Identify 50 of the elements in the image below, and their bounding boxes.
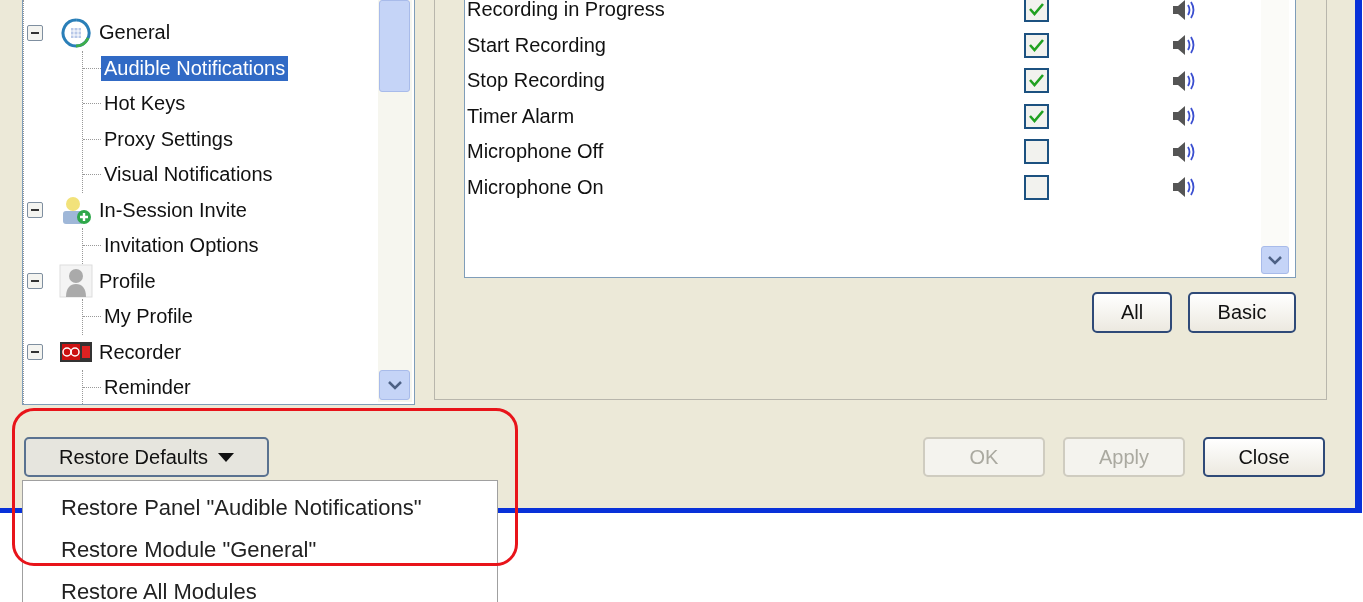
checkbox[interactable]: [1024, 0, 1049, 23]
scroll-down-button[interactable]: [379, 370, 410, 400]
dialog-button[interactable]: Close: [1203, 437, 1325, 477]
checkmark-icon: [1029, 109, 1044, 123]
checkmark-icon: [1029, 38, 1044, 52]
globe-icon: [60, 16, 92, 49]
menu-item[interactable]: Restore Panel "Audible Notifications": [23, 487, 497, 529]
tree-item[interactable]: Invitation Options: [101, 233, 262, 259]
collapse-toggle[interactable]: [27, 344, 43, 361]
checkbox[interactable]: [1024, 32, 1049, 58]
tree-item[interactable]: Hot Keys: [101, 91, 189, 117]
list-filter-button[interactable]: All: [1092, 292, 1172, 333]
scrollbar-thumb[interactable]: [379, 0, 410, 92]
scrollbar[interactable]: [378, 0, 412, 402]
tree-item[interactable]: Reminder: [101, 375, 194, 401]
tree-item[interactable]: In-Session Invite: [96, 197, 250, 223]
collapse-toggle[interactable]: [27, 202, 43, 219]
scroll-down-button[interactable]: [1261, 246, 1289, 274]
menu-item[interactable]: Restore Module "General": [23, 529, 497, 571]
chevron-down-icon: [1268, 255, 1282, 265]
person-icon: [59, 264, 93, 299]
notification-label: Stop Recording: [467, 69, 606, 93]
chevron-down-icon: [387, 380, 402, 390]
notification-label: Recording in Progress: [467, 0, 666, 22]
tree-item[interactable]: Audible Notifications: [101, 55, 289, 81]
checkbox[interactable]: [1024, 68, 1049, 94]
checkmark-icon: [1029, 3, 1044, 17]
menu-item[interactable]: Restore All Modules: [23, 571, 497, 602]
tree-item[interactable]: Recorder: [96, 339, 185, 365]
caret-icon: [218, 452, 234, 462]
checkbox[interactable]: [1024, 103, 1049, 129]
speaker-icon[interactable]: [1171, 0, 1197, 23]
notification-label: Microphone Off: [467, 140, 605, 164]
tree-item[interactable]: Proxy Settings: [101, 126, 236, 152]
tree-item[interactable]: Visual Notifications: [101, 162, 276, 188]
notification-label: Timer Alarm: [467, 104, 576, 128]
notification-label: Microphone On: [467, 175, 605, 199]
list-filter-button[interactable]: Basic: [1188, 292, 1296, 333]
tree-item[interactable]: General: [96, 20, 174, 46]
checkbox[interactable]: [1024, 139, 1049, 165]
tree-item[interactable]: My Profile: [101, 304, 196, 330]
tree-item[interactable]: Profile: [96, 268, 159, 294]
collapse-toggle[interactable]: [27, 24, 43, 41]
collapse-toggle[interactable]: [27, 273, 43, 290]
notification-label: Start Recording: [467, 33, 607, 57]
scrollbar[interactable]: [1261, 0, 1289, 274]
checkbox[interactable]: [1024, 174, 1049, 200]
checkmark-icon: [1029, 74, 1044, 88]
recorder-icon: [59, 340, 93, 365]
restore-defaults-button[interactable]: Restore Defaults: [24, 437, 269, 477]
